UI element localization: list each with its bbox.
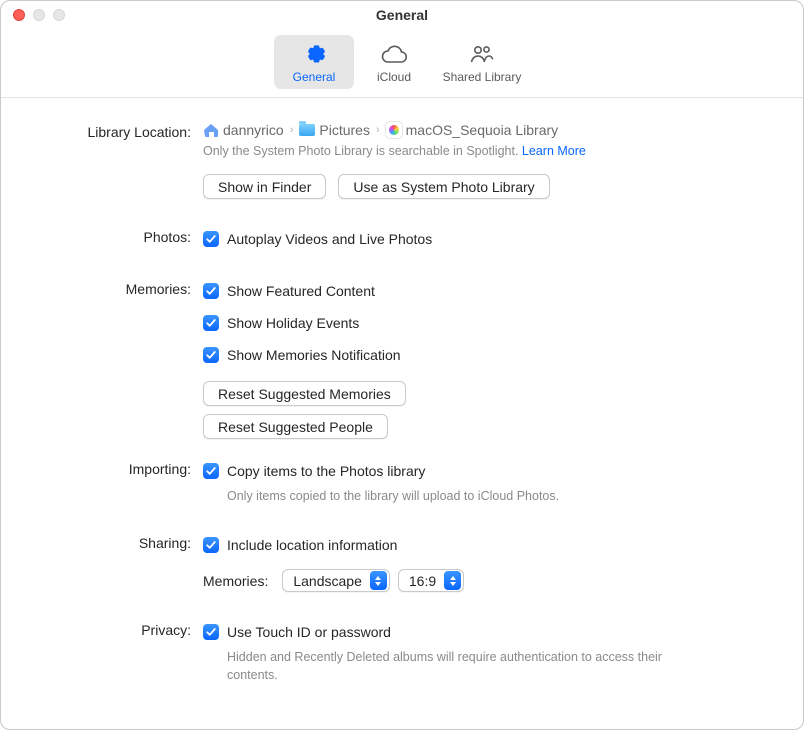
photos-label: Photos: bbox=[31, 227, 203, 245]
select-value: Landscape bbox=[293, 573, 362, 589]
privacy-hint: Hidden and Recently Deleted albums will … bbox=[227, 648, 707, 684]
breadcrumb-text: Pictures bbox=[319, 122, 370, 138]
featured-content-label: Show Featured Content bbox=[227, 283, 375, 299]
checkmark-icon bbox=[205, 465, 217, 477]
tab-general[interactable]: General bbox=[274, 35, 354, 89]
breadcrumb-folder[interactable]: Pictures bbox=[299, 122, 370, 138]
gear-icon bbox=[301, 40, 327, 68]
touchid-checkbox[interactable] bbox=[203, 624, 219, 640]
memories-notification-label: Show Memories Notification bbox=[227, 347, 401, 363]
autoplay-checkbox[interactable] bbox=[203, 231, 219, 247]
importing-label: Importing: bbox=[31, 459, 203, 477]
memories-notification-checkbox[interactable] bbox=[203, 347, 219, 363]
learn-more-link[interactable]: Learn More bbox=[522, 144, 586, 158]
window-title: General bbox=[1, 7, 803, 23]
general-settings-pane: Library Location: dannyrico › Pictures ›… bbox=[1, 98, 803, 685]
featured-content-checkbox[interactable] bbox=[203, 283, 219, 299]
aspect-ratio-select[interactable]: 16:9 bbox=[398, 569, 464, 592]
sharing-label: Sharing: bbox=[31, 533, 203, 551]
select-stepper-icon bbox=[444, 571, 461, 590]
settings-toolbar: General iCloud Shared Library bbox=[1, 29, 803, 98]
checkmark-icon bbox=[205, 349, 217, 361]
orientation-select[interactable]: Landscape bbox=[282, 569, 390, 592]
breadcrumb-text: macOS_Sequoia Library bbox=[406, 122, 559, 138]
include-location-checkbox[interactable] bbox=[203, 537, 219, 553]
chevron-right-icon: › bbox=[376, 124, 380, 136]
tab-shared-library[interactable]: Shared Library bbox=[434, 35, 530, 89]
memories-label: Memories: bbox=[31, 279, 203, 297]
importing-hint: Only items copied to the library will up… bbox=[227, 487, 773, 505]
folder-icon bbox=[299, 124, 315, 136]
show-in-finder-button[interactable]: Show in Finder bbox=[203, 174, 326, 199]
breadcrumb-library[interactable]: macOS_Sequoia Library bbox=[386, 122, 559, 138]
include-location-label: Include location information bbox=[227, 537, 397, 553]
autoplay-label: Autoplay Videos and Live Photos bbox=[227, 231, 432, 247]
use-as-system-library-button[interactable]: Use as System Photo Library bbox=[338, 174, 549, 199]
holiday-events-label: Show Holiday Events bbox=[227, 315, 359, 331]
checkmark-icon bbox=[205, 626, 217, 638]
reset-suggested-people-button[interactable]: Reset Suggested People bbox=[203, 414, 388, 439]
checkmark-icon bbox=[205, 285, 217, 297]
privacy-label: Privacy: bbox=[31, 620, 203, 638]
checkmark-icon bbox=[205, 539, 217, 551]
select-value: 16:9 bbox=[409, 573, 436, 589]
people-icon bbox=[467, 40, 497, 68]
library-location-label: Library Location: bbox=[31, 122, 203, 140]
reset-suggested-memories-button[interactable]: Reset Suggested Memories bbox=[203, 381, 406, 406]
breadcrumb-home[interactable]: dannyrico bbox=[203, 122, 284, 138]
tab-label: Shared Library bbox=[443, 70, 522, 84]
checkmark-icon bbox=[205, 317, 217, 329]
holiday-events-checkbox[interactable] bbox=[203, 315, 219, 331]
checkmark-icon bbox=[205, 233, 217, 245]
photos-library-icon bbox=[386, 122, 402, 138]
copy-items-checkbox[interactable] bbox=[203, 463, 219, 479]
titlebar: General bbox=[1, 1, 803, 29]
library-path-breadcrumb: dannyrico › Pictures › macOS_Sequoia Lib… bbox=[203, 122, 773, 138]
home-folder-icon bbox=[203, 123, 219, 137]
copy-items-label: Copy items to the Photos library bbox=[227, 463, 425, 479]
library-hint: Only the System Photo Library is searcha… bbox=[203, 144, 518, 158]
breadcrumb-text: dannyrico bbox=[223, 122, 284, 138]
touchid-label: Use Touch ID or password bbox=[227, 624, 391, 640]
tab-icloud[interactable]: iCloud bbox=[354, 35, 434, 89]
cloud-icon bbox=[379, 40, 409, 68]
tab-label: iCloud bbox=[377, 70, 411, 84]
tab-label: General bbox=[293, 70, 336, 84]
chevron-right-icon: › bbox=[290, 124, 294, 136]
select-stepper-icon bbox=[370, 571, 387, 590]
memories-format-label: Memories: bbox=[203, 573, 274, 589]
